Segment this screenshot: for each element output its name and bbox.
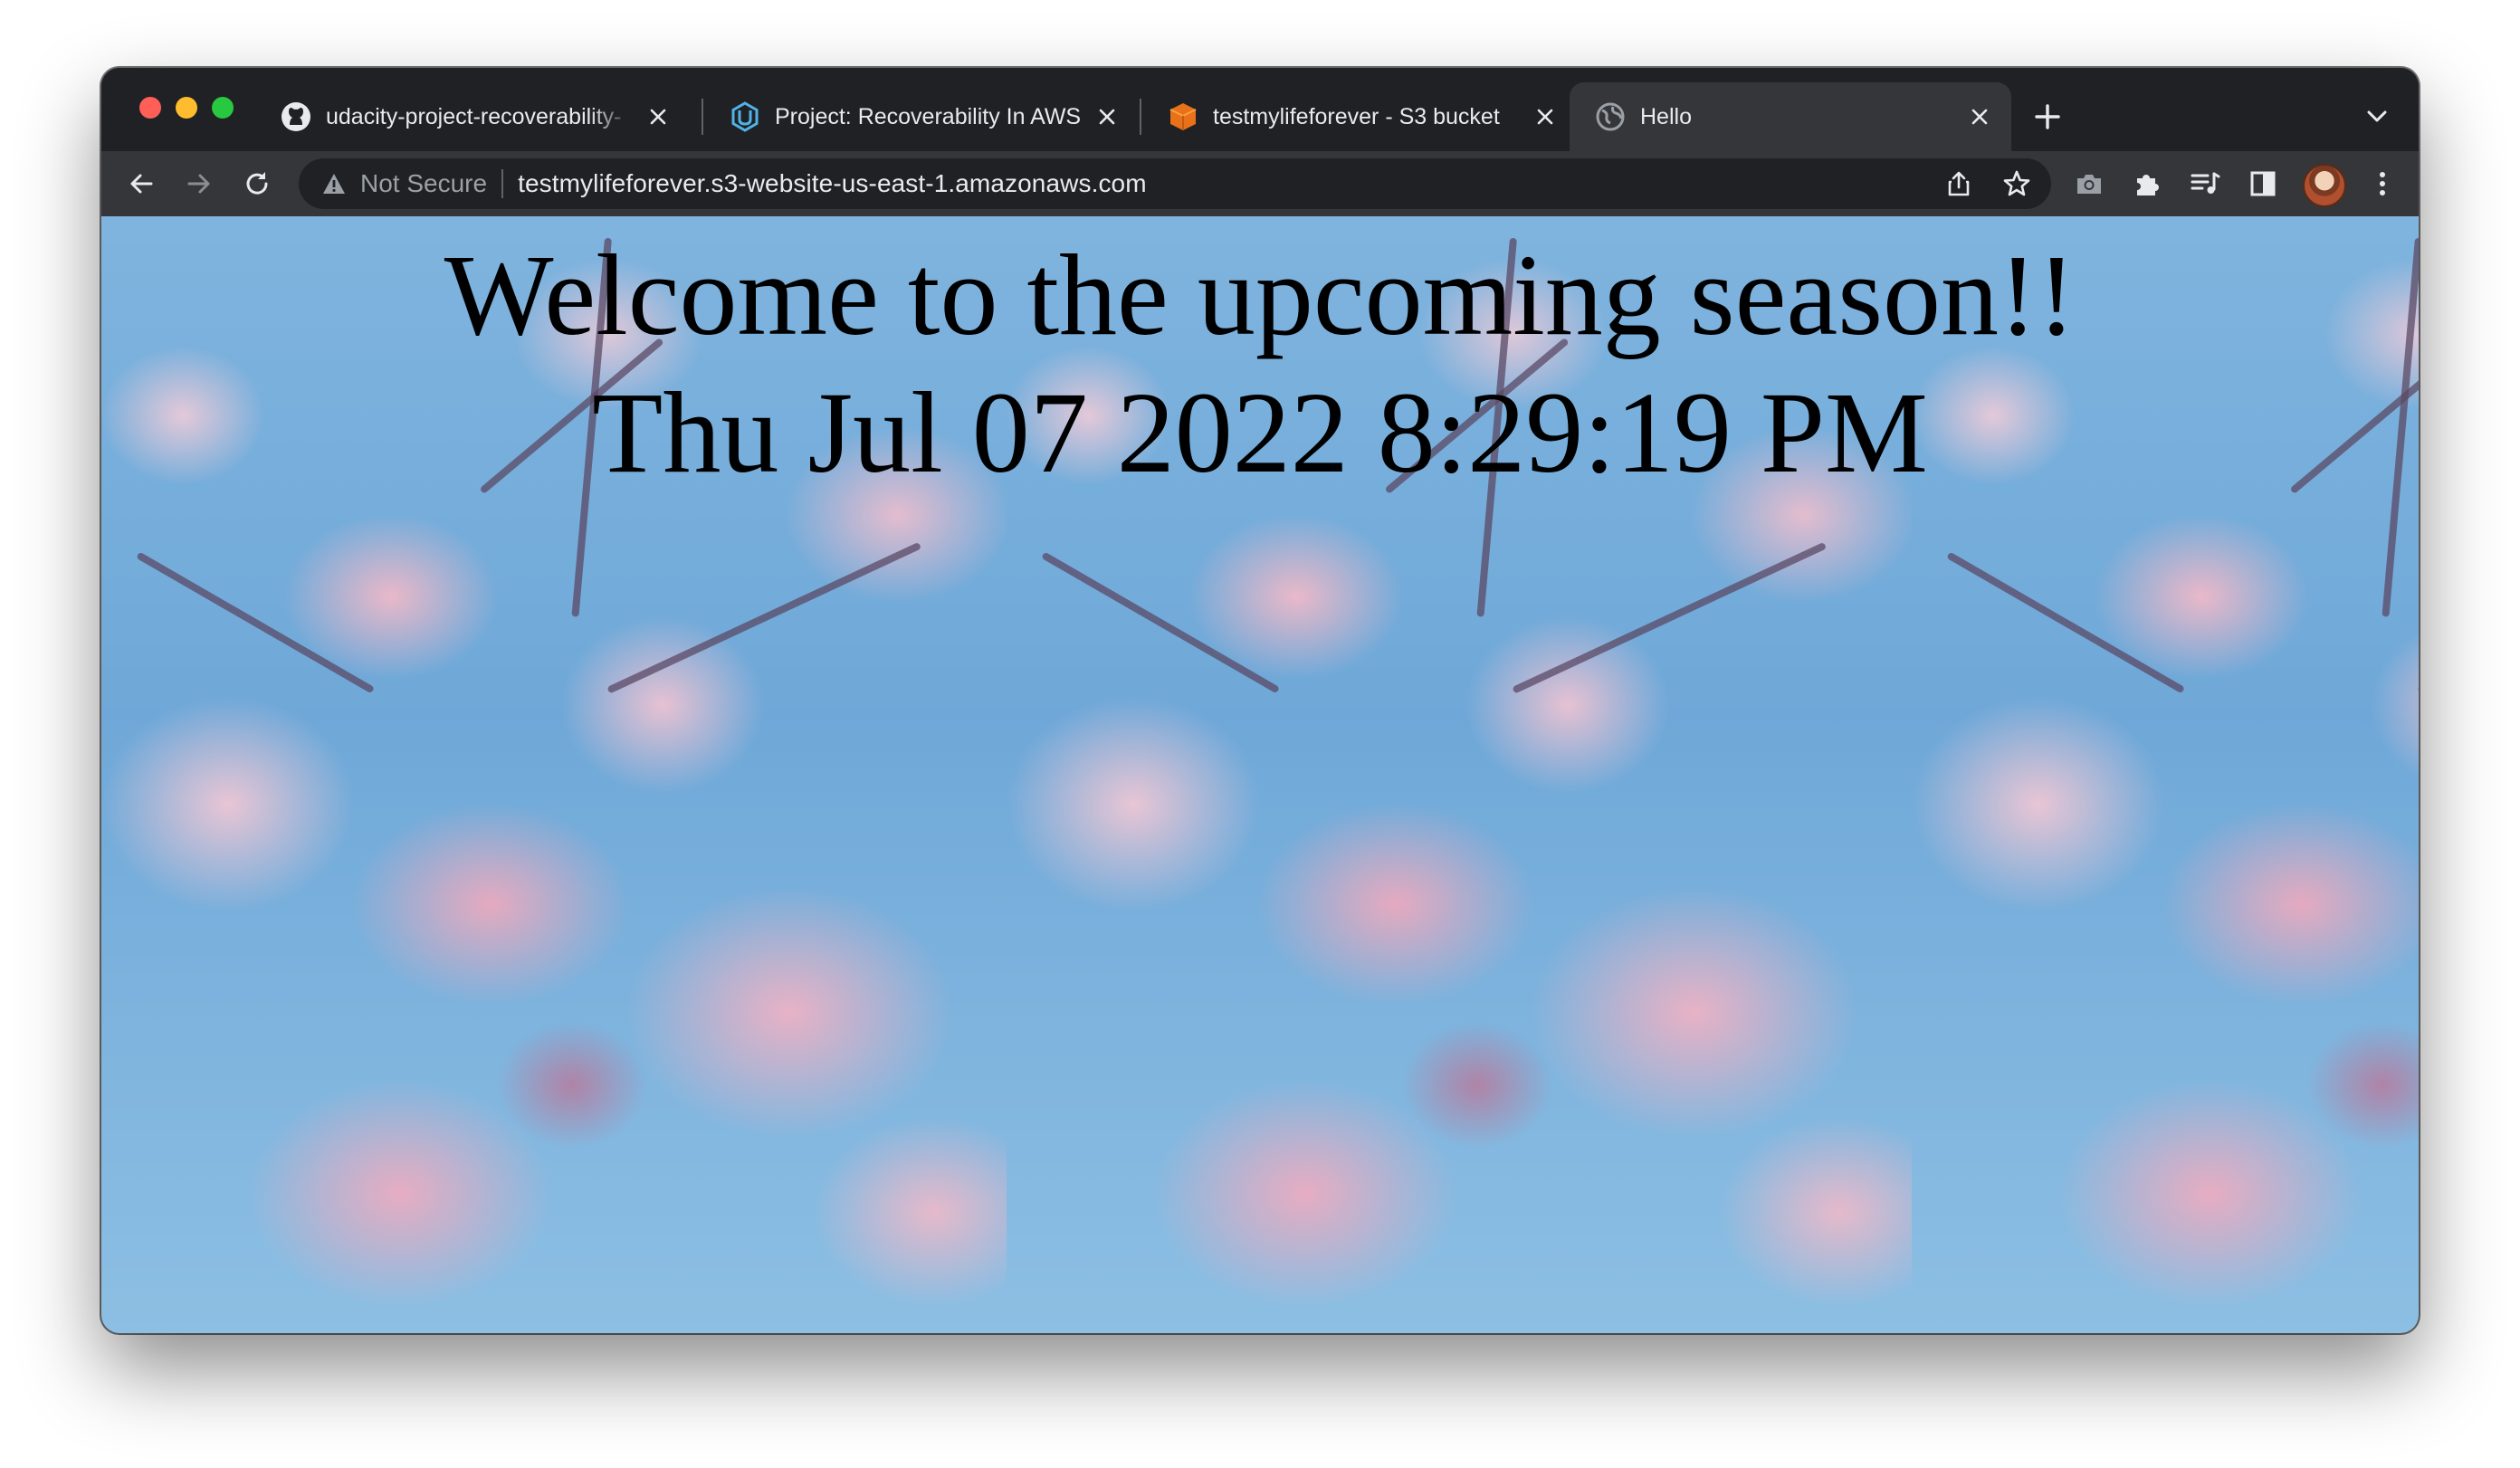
github-icon	[281, 101, 311, 132]
extensions-puzzle-icon[interactable]	[2131, 167, 2163, 200]
browser-window: udacity-project-recoverability- Project:…	[101, 68, 2419, 1333]
tab-divider	[1140, 99, 1141, 135]
warning-triangle-icon[interactable]	[320, 170, 348, 197]
tab-strip: udacity-project-recoverability- Project:…	[101, 68, 2419, 151]
fullscreen-window-button[interactable]	[212, 97, 234, 119]
tab-title: Project: Recoverability In AWS	[775, 103, 1082, 129]
new-tab-plus-icon[interactable]	[2029, 99, 2066, 135]
menu-kebab-icon[interactable]	[2366, 167, 2399, 200]
forward-arrow-icon[interactable]	[183, 167, 215, 200]
reload-icon[interactable]	[241, 167, 273, 200]
tab-title: udacity-project-recoverability-	[326, 103, 622, 129]
welcome-heading: Welcome to the upcoming season!!	[444, 231, 2076, 359]
tab-title: Hello	[1640, 103, 1692, 129]
address-bar[interactable]: Not Secure testmylifeforever.s3-website-…	[299, 158, 2051, 209]
page-text-overlay: Welcome to the upcoming season!! Thu Jul…	[101, 216, 2419, 500]
bookmark-star-icon[interactable]	[2000, 167, 2033, 200]
minimize-window-button[interactable]	[176, 97, 197, 119]
tab-s3-bucket[interactable]: testmylifeforever - S3 bucket	[1142, 82, 1577, 151]
address-divider	[501, 169, 504, 198]
tab-github[interactable]: udacity-project-recoverability-	[255, 82, 690, 151]
tab-divider	[702, 99, 703, 135]
tab-search-chevron-down-icon[interactable]	[2362, 102, 2391, 131]
close-tab-icon[interactable]	[1530, 101, 1561, 132]
camera-extension-icon[interactable]	[2073, 167, 2105, 200]
url-text[interactable]: testmylifeforever.s3-website-us-east-1.a…	[518, 169, 1147, 198]
globe-icon	[1595, 101, 1626, 132]
tab-title: testmylifeforever - S3 bucket	[1213, 103, 1500, 129]
profile-avatar[interactable]	[2303, 164, 2346, 207]
current-datetime: Thu Jul 07 2022 8:29:19 PM	[592, 368, 1928, 497]
side-panel-icon[interactable]	[2247, 167, 2279, 200]
share-icon[interactable]	[1944, 169, 1973, 198]
close-tab-icon[interactable]	[643, 101, 673, 132]
close-window-button[interactable]	[139, 97, 161, 119]
close-tab-icon[interactable]	[1964, 101, 1995, 132]
udacity-icon	[730, 101, 760, 132]
tab-hello[interactable]: Hello	[1570, 82, 2011, 151]
security-status-label[interactable]: Not Secure	[360, 169, 487, 198]
reading-list-icon[interactable]	[2189, 167, 2221, 200]
back-arrow-icon[interactable]	[125, 167, 158, 200]
browser-toolbar: Not Secure testmylifeforever.s3-website-…	[101, 151, 2419, 216]
aws-s3-icon	[1168, 101, 1198, 132]
tab-udacity[interactable]: Project: Recoverability In AWS	[704, 82, 1139, 151]
close-tab-icon[interactable]	[1092, 101, 1122, 132]
